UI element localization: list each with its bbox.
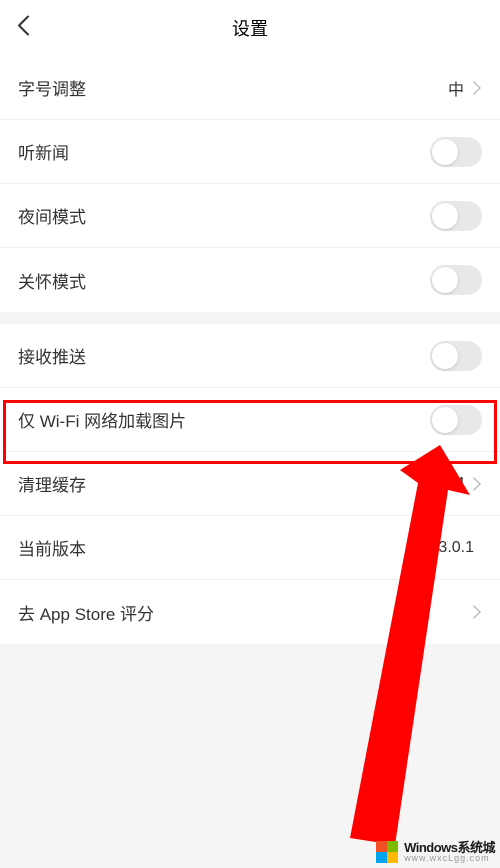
back-button[interactable] (16, 15, 30, 42)
back-icon (16, 15, 30, 37)
rate-label: 去 App Store 评分 (18, 600, 472, 625)
version-label: 当前版本 (18, 535, 430, 560)
clear-cache-value: 1.1 M (424, 475, 464, 493)
font-adjust-label: 字号调整 (18, 75, 448, 100)
row-right: 13.0.1 (430, 539, 482, 557)
push-label: 接收推送 (18, 343, 430, 368)
row-version: 当前版本 13.0.1 (0, 516, 500, 580)
row-wifi-images: 仅 Wi-Fi 网络加载图片 (0, 388, 500, 452)
settings-section-1: 字号调整 中 听新闻 夜间模式 关怀模式 (0, 56, 500, 312)
row-clear-cache[interactable]: 清理缓存 1.1 M (0, 452, 500, 516)
chevron-right-icon (472, 476, 482, 492)
listen-news-label: 听新闻 (18, 139, 430, 164)
night-mode-toggle[interactable] (430, 201, 482, 231)
row-right (472, 604, 482, 620)
font-adjust-value: 中 (448, 76, 464, 100)
push-toggle[interactable] (430, 341, 482, 371)
wifi-images-toggle[interactable] (430, 405, 482, 435)
care-mode-toggle[interactable] (430, 265, 482, 295)
row-font-adjust[interactable]: 字号调整 中 (0, 56, 500, 120)
listen-news-toggle[interactable] (430, 137, 482, 167)
night-mode-label: 夜间模式 (18, 203, 430, 228)
row-rate[interactable]: 去 App Store 评分 (0, 580, 500, 644)
wifi-images-label: 仅 Wi-Fi 网络加载图片 (18, 407, 430, 432)
chevron-right-icon (472, 604, 482, 620)
chevron-right-icon (472, 80, 482, 96)
watermark-text: Windows系统城 www.wxcLgg.com (404, 841, 495, 863)
watermark: Windows系统城 www.wxcLgg.com (376, 841, 495, 863)
settings-section-2: 接收推送 仅 Wi-Fi 网络加载图片 清理缓存 1.1 M 当前版本 13.0… (0, 324, 500, 644)
row-care-mode: 关怀模式 (0, 248, 500, 312)
row-right: 中 (448, 76, 482, 100)
header: 设置 (0, 0, 500, 56)
row-right: 1.1 M (424, 475, 482, 493)
row-push: 接收推送 (0, 324, 500, 388)
care-mode-label: 关怀模式 (18, 268, 430, 293)
row-night-mode: 夜间模式 (0, 184, 500, 248)
windows-logo-icon (376, 841, 398, 863)
page-title: 设置 (232, 15, 268, 41)
watermark-line2: www.wxcLgg.com (404, 854, 495, 863)
version-value: 13.0.1 (430, 539, 474, 557)
row-listen-news: 听新闻 (0, 120, 500, 184)
clear-cache-label: 清理缓存 (18, 471, 424, 496)
